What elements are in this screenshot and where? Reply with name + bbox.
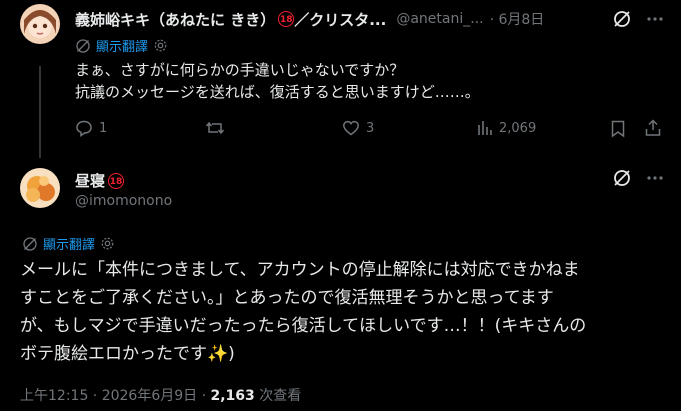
share-icon[interactable] bbox=[644, 119, 662, 137]
main-translate-link[interactable]: 顯示翻譯 bbox=[22, 234, 115, 253]
repost-button[interactable] bbox=[205, 119, 231, 137]
age-18-badge: 18 bbox=[108, 172, 125, 189]
translate-icon bbox=[76, 38, 90, 53]
bookmark-icon[interactable] bbox=[610, 120, 626, 138]
thread-connector-line bbox=[39, 66, 41, 158]
age-18-badge: 18 bbox=[278, 11, 295, 27]
reply-translate-link[interactable]: 顯示翻譯 bbox=[75, 36, 168, 55]
main-text-line: が、もしマジで手違いだったったら復活してほしいです…！！(キキさんの bbox=[20, 316, 587, 336]
reply-header: 義姉峪キキ（あねたに きき） 18 ／クリスタ... @anetani_... … bbox=[75, 8, 675, 30]
reply-text-line: まぁ、さすがに何らかの手違いじゃないですか？ bbox=[75, 61, 405, 79]
reply-display-name[interactable]: 義姉峪キキ（あねたに きき） bbox=[75, 9, 275, 30]
views-button[interactable]: 2,069 bbox=[477, 119, 536, 137]
reply-icon bbox=[76, 120, 92, 137]
main-view-count: 2,163 bbox=[210, 388, 255, 404]
translate-label[interactable]: 顯示翻譯 bbox=[43, 234, 95, 253]
reply-name-suffix[interactable]: ／クリスタ... bbox=[294, 9, 386, 30]
more-options-icon[interactable] bbox=[645, 9, 665, 29]
like-button[interactable]: 3 bbox=[342, 119, 374, 137]
main-text-line: すことをご了承ください。」とあったので復活無理そうかと思ってます bbox=[20, 288, 554, 308]
translate-label[interactable]: 顯示翻譯 bbox=[96, 36, 148, 55]
reply-body: まぁ、さすがに何らかの手違いじゃないですか？ 抗議のメッセージを送れば、復活する… bbox=[75, 59, 480, 103]
like-count: 3 bbox=[366, 120, 375, 136]
main-name-row: 昼寝 18 bbox=[75, 170, 125, 191]
reply-count: 1 bbox=[99, 120, 108, 136]
main-more-options-icon[interactable] bbox=[645, 168, 665, 188]
reply-handle[interactable]: @anetani_... bbox=[396, 11, 483, 27]
reply-button[interactable]: 1 bbox=[75, 119, 107, 137]
view-count: 2,069 bbox=[499, 120, 537, 136]
reply-text-line: 抗議のメッセージを送れば、復活すると思いますけど……。 bbox=[75, 83, 480, 101]
heart-icon bbox=[343, 120, 359, 136]
repost-icon bbox=[205, 121, 225, 135]
avatar-imomonono[interactable] bbox=[20, 168, 60, 208]
views-chart-icon bbox=[478, 121, 492, 135]
main-text-line: メールに「本件につきまして、アカウントの停止解除には対応できかねま bbox=[20, 260, 580, 280]
grok-icon[interactable] bbox=[612, 9, 632, 29]
main-handle[interactable]: @imomonono bbox=[75, 193, 172, 209]
main-text-line: ボテ腹絵エロかったです✨) bbox=[20, 344, 235, 364]
settings-gear-icon[interactable] bbox=[100, 236, 115, 251]
main-body: メールに「本件につきまして、アカウントの停止解除には対応できかねま すことをご了… bbox=[20, 256, 586, 368]
translate-icon bbox=[23, 236, 37, 251]
main-grok-icon[interactable] bbox=[612, 168, 632, 188]
avatar-anetani[interactable] bbox=[20, 4, 60, 44]
main-timestamp[interactable]: 上午12:15 · 2026年6月9日 · bbox=[20, 388, 211, 404]
settings-gear-icon[interactable] bbox=[153, 38, 168, 53]
main-meta: 上午12:15 · 2026年6月9日 · 2,163 次查看 bbox=[20, 385, 301, 405]
reply-date[interactable]: · 6月8日 bbox=[490, 9, 545, 29]
main-display-name[interactable]: 昼寝 bbox=[75, 170, 105, 191]
main-view-label: 次查看 bbox=[254, 388, 302, 404]
